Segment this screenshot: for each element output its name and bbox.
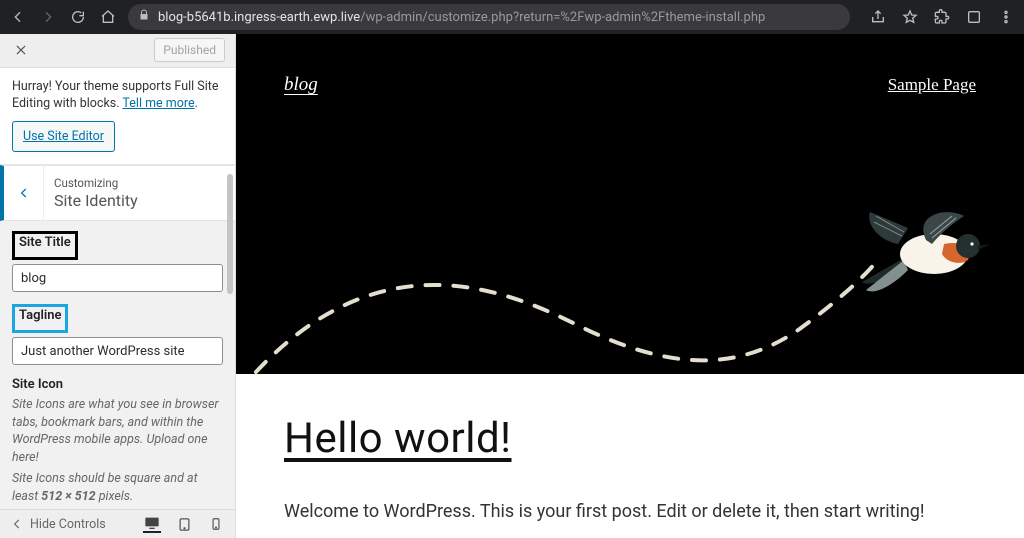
close-customizer-button[interactable] (10, 39, 32, 61)
site-preview: blog Sample Page (236, 34, 1024, 538)
url-host: blog-b5641b.ingress-earth.ewp.live (158, 10, 360, 25)
site-title-input[interactable] (12, 264, 223, 292)
section-header: Customizing Site Identity (0, 165, 235, 221)
use-site-editor-button[interactable]: Use Site Editor (12, 121, 115, 153)
reload-button[interactable] (68, 7, 88, 27)
site-icon-label: Site Icon (12, 377, 223, 392)
address-bar[interactable]: blog-b5641b.ingress-earth.ewp.live/wp-ad… (128, 4, 850, 30)
browser-toolbar: blog-b5641b.ingress-earth.ewp.live/wp-ad… (0, 0, 1024, 34)
back-to-sections-button[interactable] (4, 165, 44, 221)
device-desktop-button[interactable] (143, 515, 161, 533)
star-icon[interactable] (900, 7, 920, 27)
tagline-input[interactable] (12, 337, 223, 365)
url-path: /wp-admin/customize.php?return=%2Fwp-adm… (360, 10, 765, 25)
extensions-icon[interactable] (932, 7, 952, 27)
fse-notice: Hurray! Your theme supports Full Site Ed… (0, 68, 235, 166)
tagline-label: Tagline (19, 308, 61, 323)
publish-button[interactable]: Published (154, 38, 225, 62)
customizer-sidebar: Published Hurray! Your theme supports Fu… (0, 34, 236, 538)
sidebar-scrollbar[interactable] (225, 64, 235, 508)
device-tablet-button[interactable] (175, 515, 193, 533)
preview-site-title[interactable]: blog (284, 74, 318, 96)
share-icon[interactable] (868, 7, 888, 27)
site-title-label: Site Title (19, 235, 71, 250)
site-icon-desc-2: Site Icons should be square and at least… (12, 470, 223, 505)
breadcrumb: Customizing (54, 176, 138, 190)
post-excerpt: Welcome to WordPress. This is your first… (284, 501, 976, 522)
bird-illustration (860, 210, 990, 302)
menu-icon[interactable] (996, 7, 1016, 27)
customizer-footer: Hide Controls (0, 509, 235, 538)
hide-controls-button[interactable]: Hide Controls (10, 517, 106, 532)
forward-button[interactable] (38, 7, 58, 27)
section-title: Site Identity (54, 191, 138, 210)
post-title[interactable]: Hello world! (284, 414, 976, 463)
nav-sample-page[interactable]: Sample Page (888, 75, 976, 95)
lock-icon (138, 9, 150, 25)
home-button[interactable] (98, 7, 118, 27)
site-icon-desc-1: Site Icons are what you see in browser t… (12, 396, 223, 466)
account-icon[interactable] (964, 7, 984, 27)
tell-me-more-link[interactable]: Tell me more (122, 96, 194, 111)
back-button[interactable] (8, 7, 28, 27)
device-mobile-button[interactable] (207, 515, 225, 533)
hero-image: blog Sample Page (236, 34, 1024, 374)
